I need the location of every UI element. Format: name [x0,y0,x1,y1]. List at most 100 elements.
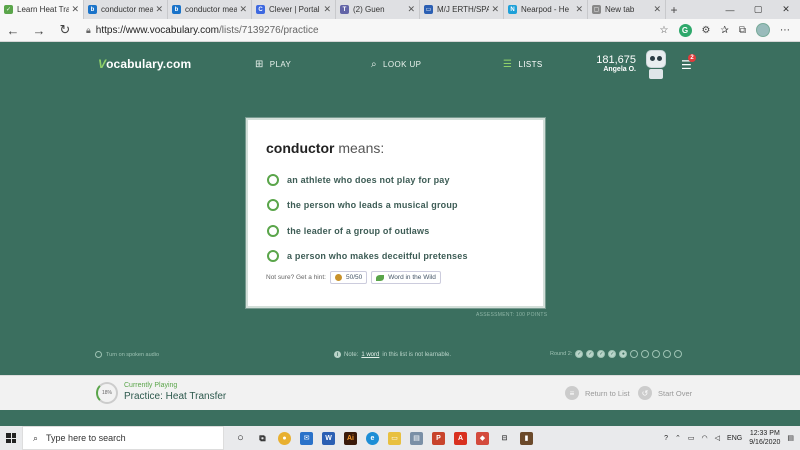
browser-tab[interactable]: C Clever | Portal ✕ [252,0,336,19]
browser-tab[interactable]: ▭ M/J ERTH/SPAC ✕ [420,0,504,19]
hint-wild-button[interactable]: Word in the Wild [371,271,441,284]
cortana-icon[interactable]: ○ [234,432,247,445]
profile-avatar[interactable] [756,23,770,37]
close-icon[interactable]: ✕ [491,4,499,15]
taskbar-search[interactable]: ⌕ Type here to search [22,426,224,450]
search-icon: ⌕ [33,432,39,443]
search-placeholder: Type here to search [46,433,126,443]
edge-icon[interactable]: e [366,431,379,445]
vocabulary-logo[interactable]: Vocabulary.com [98,57,191,71]
help-icon[interactable]: ? [664,435,668,442]
wifi-icon[interactable]: ◠ [702,434,708,442]
nav-play[interactable]: ⊞ PLAY [255,59,291,70]
star-icon[interactable]: ☆ [660,25,669,36]
close-icon[interactable]: ✕ [407,4,415,15]
browser-tab[interactable]: b conductor mea ✕ [168,0,252,19]
tab-title: (2) Guen [353,5,385,14]
battery-icon[interactable]: ▭ [688,434,695,442]
note-link[interactable]: 1 word [361,352,379,358]
nav-lookup-label: LOOK UP [383,60,422,69]
site-header: Vocabulary.com ⊞ PLAY ⌕ LOOK UP ☰ LISTS … [0,42,800,88]
tab-title: New tab [605,5,635,14]
note-prefix: Note: [344,351,359,358]
answer-option[interactable]: an athlete who does not play for pay [267,174,450,186]
nav-lists-label: LISTS [518,60,543,69]
store-icon[interactable]: ▤ [410,431,423,445]
list-icon: ≡ [565,386,579,400]
pinned-app-icon[interactable]: ▮ [520,431,533,445]
back-icon[interactable]: ← [0,23,26,38]
answer-text: the person who leads a musical group [287,200,458,210]
spoken-audio-toggle[interactable]: Turn on spoken audio [95,351,159,358]
task-view-icon[interactable]: ⧉ [256,432,269,445]
file-explorer-icon[interactable]: ▭ [388,431,401,445]
taskbar-clock[interactable]: 12:33 PM 9/16/2020 [749,429,780,447]
notifications-icon[interactable]: ▤ [787,434,794,442]
refresh-icon[interactable]: ↻ [52,22,78,38]
progress-ring: 18% [96,382,118,404]
hint-5050-button[interactable]: 50/50 [329,271,368,284]
tab-title: Clever | Portal [269,5,320,14]
speaker-icon [95,351,102,358]
browser-tab[interactable]: ✓ Learn Heat Tra ✕ [0,0,84,19]
powerpoint-icon[interactable]: P [432,431,445,445]
close-icon[interactable]: ✕ [155,4,163,15]
close-icon[interactable]: ✕ [239,4,247,15]
nav-lookup[interactable]: ⌕ LOOK UP [371,59,421,70]
round-dot: ● [619,350,628,358]
acrobat-icon[interactable]: A [454,431,467,445]
start-button[interactable] [0,433,22,443]
app-icon[interactable]: ⊟ [498,432,511,445]
nearpod-icon: N [508,5,517,14]
minimize-icon[interactable]: — [716,0,744,19]
ruby-icon[interactable]: ◆ [476,431,489,445]
extension-icon[interactable]: ⚙ [702,25,711,36]
illustrator-icon[interactable]: Ai [344,431,357,445]
answer-option[interactable]: the person who leads a musical group [267,199,458,211]
practice-name[interactable]: Practice: Heat Transfer [124,391,226,402]
mail-icon[interactable]: ✉ [300,431,313,445]
browser-tab[interactable]: N Nearpod - He ✕ [504,0,588,19]
answer-text: the leader of a group of outlaws [287,226,430,236]
windows-taskbar: ⌕ Type here to search ○ ⧉ ● ✉ W Ai e ▭ ▤… [0,426,800,450]
close-window-icon[interactable]: ✕ [772,0,800,19]
answer-option[interactable]: a person who makes deceitful pretenses [267,250,468,262]
robot-avatar[interactable] [643,50,669,80]
url-path: /lists/7139276/practice [219,24,319,36]
clock-date: 9/16/2020 [749,439,781,446]
language-indicator[interactable]: ENG [727,435,742,442]
close-icon[interactable]: ✕ [653,4,661,15]
grammarly-icon[interactable]: G [678,23,692,37]
more-icon[interactable]: ⋯ [780,25,790,36]
round-label: Round 2: [550,351,573,357]
collections-icon[interactable]: ⧉ [739,25,746,36]
browser-tab[interactable]: b conductor mea ✕ [84,0,168,19]
close-icon[interactable]: ✕ [323,4,331,15]
maximize-icon[interactable]: ▢ [744,0,772,19]
assessment-points: ASSESSMENT: 100 POINTS [476,312,548,318]
chevron-up-icon[interactable]: ⌃ [675,434,681,442]
new-tab-button[interactable]: + [666,0,682,19]
return-to-list-button[interactable]: ≡ Return to List [565,386,630,400]
browser-tab[interactable]: ▢ New tab ✕ [588,0,666,19]
favorites-icon[interactable]: ✰ [720,25,728,36]
start-over-button[interactable]: ↺ Start Over [638,386,692,400]
round-dot: ✓ [608,350,617,358]
restart-icon: ↺ [638,386,652,400]
browser-tab[interactable]: T (2) Guen ✕ [336,0,420,19]
word-icon[interactable]: W [322,431,335,445]
vocab-check-icon: ✓ [4,5,13,14]
leaf-icon [376,274,385,281]
user-points[interactable]: 181,675 Angela O. [596,54,636,73]
chrome-icon[interactable]: ● [278,431,291,445]
close-icon[interactable]: ✕ [71,4,79,15]
forward-icon[interactable]: → [26,23,52,38]
url-host: https://www.vocabulary.com [95,24,219,36]
start-over-label: Start Over [658,388,693,398]
url-field[interactable]: 🔒︎ https://www.vocabulary.com /lists/713… [86,25,660,36]
volume-icon[interactable]: ◁ [715,434,720,442]
currently-playing-label: Currently Playing [124,382,178,389]
close-icon[interactable]: ✕ [575,4,583,15]
answer-option[interactable]: the leader of a group of outlaws [267,225,429,237]
nav-lists[interactable]: ☰ LISTS [503,59,543,70]
